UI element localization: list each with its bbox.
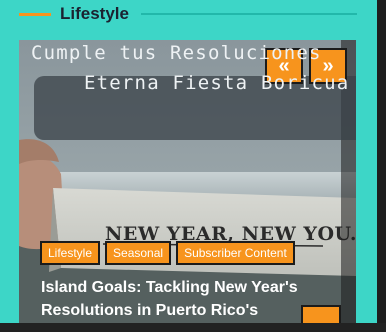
header-accent-line (19, 13, 51, 16)
section-header: Lifestyle (0, 0, 377, 30)
section-title: Lifestyle (60, 4, 129, 23)
lifestyle-widget: Lifestyle NEW YEAR, NEW YOU. « » Lifesty… (0, 0, 377, 332)
banner-text-line2: Eterna Fiesta Boricua (84, 72, 350, 94)
page-edge-bottom (0, 323, 386, 332)
post-tags: Lifestyle Seasonal Subscriber Content (40, 241, 295, 265)
header-divider-line (141, 13, 357, 15)
tag-subscriber-content[interactable]: Subscriber Content (176, 241, 295, 265)
page-edge-right (377, 0, 386, 332)
tag-seasonal[interactable]: Seasonal (105, 241, 172, 265)
banner-text-line1: Cumple tus Resoluciones (31, 42, 322, 64)
post-title-link[interactable]: Island Goals: Tackling New Year's Resolu… (41, 276, 341, 322)
tag-lifestyle[interactable]: Lifestyle (40, 241, 101, 265)
